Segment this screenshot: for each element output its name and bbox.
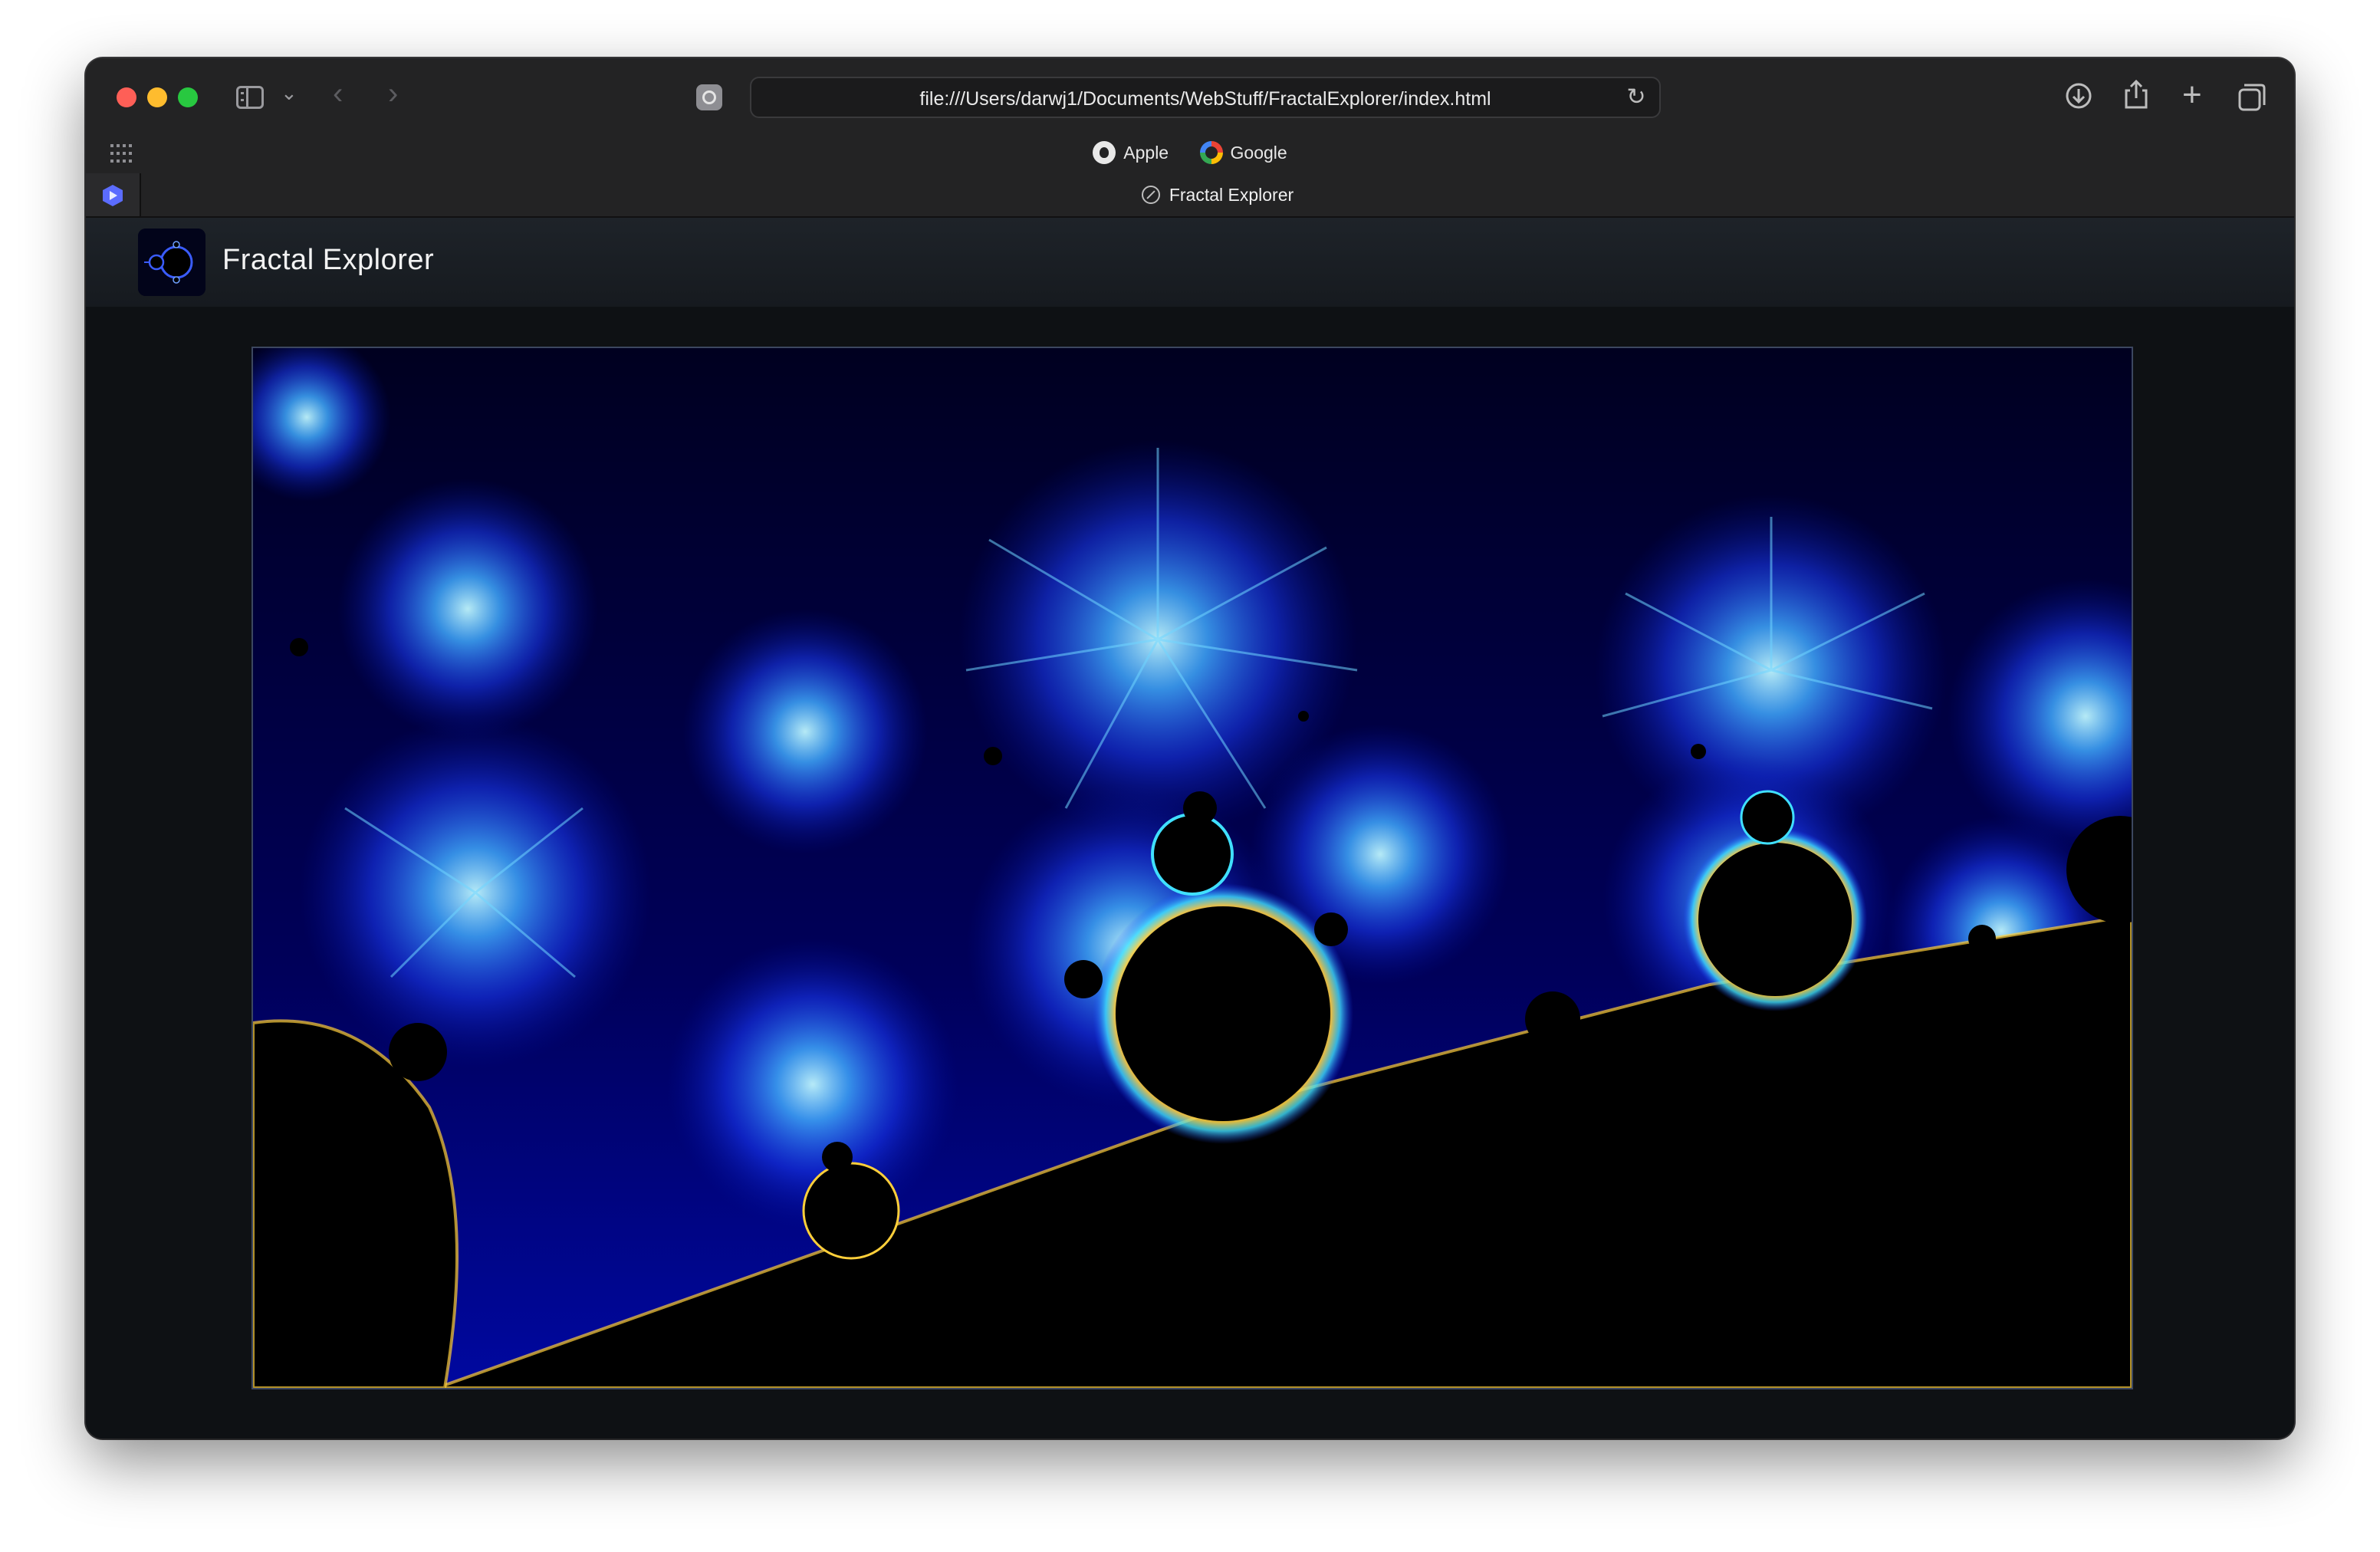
back-arrow-icon[interactable]: ‹ (333, 77, 343, 111)
compass-icon (1141, 186, 1160, 204)
bookmarks-bar: Apple Google (86, 133, 2294, 172)
app-title: Fractal Explorer (222, 244, 435, 276)
forward-arrow-icon[interactable]: › (388, 77, 398, 111)
hexagon-app-icon (103, 185, 123, 206)
bookmark-google[interactable]: Google (1199, 133, 1287, 172)
tab-fractal-explorer[interactable]: Fractal Explorer (141, 173, 2294, 216)
chevron-down-icon[interactable]: ⌄ (281, 81, 298, 105)
app-header: Fractal Explorer (86, 218, 2294, 307)
tabs-overview-icon[interactable] (2237, 83, 2267, 112)
bookmark-label: Google (1230, 142, 1287, 163)
sidebar-icon[interactable] (236, 86, 264, 109)
minimize-window-button[interactable] (147, 87, 167, 107)
browser-window: ⌄ ‹ › file:///Users/darwj1/Documents/Web… (86, 58, 2294, 1439)
app-logo (138, 229, 205, 296)
google-icon (1199, 141, 1223, 164)
share-icon[interactable] (2122, 78, 2150, 110)
bookmark-label: Apple (1123, 142, 1169, 163)
maximize-window-button[interactable] (178, 87, 198, 107)
address-bar[interactable]: file:///Users/darwj1/Documents/WebStuff/… (750, 77, 1661, 118)
close-window-button[interactable] (117, 87, 136, 107)
download-icon[interactable] (2064, 81, 2093, 110)
privacy-report-icon[interactable] (696, 84, 722, 110)
tab-strip: Fractal Explorer (86, 173, 2294, 216)
address-url[interactable]: file:///Users/darwj1/Documents/WebStuff/… (751, 88, 1659, 110)
pinned-tab[interactable] (86, 173, 141, 216)
bookmark-apple[interactable]: Apple (1093, 133, 1169, 172)
page-content: Fractal Explorer (86, 218, 2294, 1439)
fractal-canvas[interactable] (251, 347, 2133, 1389)
reload-icon[interactable]: ↻ (1624, 85, 1649, 110)
tab-title: Fractal Explorer (1169, 184, 1294, 205)
apple-icon (1093, 141, 1116, 164)
plus-icon[interactable]: + (2182, 78, 2202, 112)
browser-toolbar: ⌄ ‹ › file:///Users/darwj1/Documents/Web… (86, 58, 2294, 218)
